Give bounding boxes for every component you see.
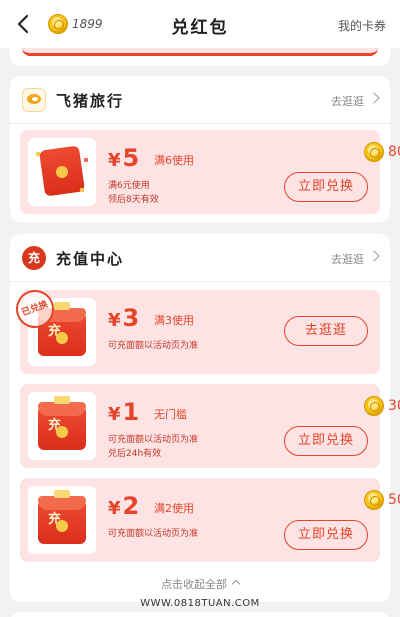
previous-offer-edge	[22, 48, 378, 56]
offer-card: 充 ¥2 满2使用 可充面额以活动页为准 500 立即兑换	[20, 478, 400, 562]
coin-icon	[364, 490, 384, 510]
offer-card: 充 ¥3 满3使用 可充面额以活动页为准 去逛逛	[20, 290, 380, 374]
envelope-seal	[56, 166, 68, 178]
red-envelope-icon: 充	[28, 392, 96, 460]
confetti	[84, 158, 88, 162]
coin-icon	[364, 396, 384, 416]
envelope-seal	[56, 520, 68, 532]
envelope-seal	[56, 426, 68, 438]
redeem-button[interactable]: 立即兑换	[284, 520, 368, 550]
section-header: 充 充值中心 去逛逛	[10, 234, 390, 282]
chevron-up-icon	[231, 579, 241, 589]
cost-value: 500	[388, 492, 400, 508]
offer-price: ¥1	[108, 398, 140, 426]
go-shopping-button[interactable]: 去逛逛	[284, 316, 368, 346]
section-title: 充值中心	[56, 250, 125, 268]
offer-condition: 无门槛	[154, 408, 187, 421]
offer-note: 可充面额以活动页为准	[108, 435, 199, 445]
offer-price: ¥2	[108, 492, 140, 520]
cost-value: 800	[388, 144, 400, 160]
coin-icon	[364, 142, 384, 162]
offer-price: ¥3	[108, 304, 140, 332]
cost-value: 300	[388, 398, 400, 414]
confetti	[80, 188, 84, 192]
my-coupons-link[interactable]: 我的卡券	[338, 17, 386, 34]
top-bar: 1899 兑红包 我的卡券	[0, 0, 400, 48]
redeem-button[interactable]: 立即兑换	[284, 426, 368, 456]
offer-condition: 满2使用	[154, 502, 194, 515]
watermark: WWW.0818TUAN.COM	[140, 598, 260, 609]
offer-note: 可充面额以活动页为准	[108, 341, 199, 351]
previous-card-bottom	[10, 48, 390, 66]
envelope-tag	[54, 302, 70, 310]
envelope-flap	[38, 402, 86, 416]
section-header: 飞猪旅行 去逛逛	[10, 76, 390, 124]
redeem-button[interactable]: 立即兑换	[284, 172, 368, 202]
recharge-logo-icon: 充	[22, 246, 46, 270]
offer-card: ¥5 满6使用 满6元使用 领后8天有效 800 立即兑换	[20, 130, 400, 214]
envelope-seal	[56, 332, 68, 344]
offer-condition: 满3使用	[154, 314, 194, 327]
section-more-link[interactable]: 去逛逛	[331, 93, 364, 109]
offer-condition: 满6使用	[154, 154, 194, 167]
offer-validity: 领后8天有效	[108, 195, 159, 205]
chevron-right-icon[interactable]	[368, 92, 380, 104]
offer-price: ¥5	[108, 144, 140, 172]
offer-validity: 兑后24h有效	[108, 449, 162, 459]
offer-note: 可充面额以活动页为准	[108, 529, 199, 539]
envelope-flap	[38, 496, 86, 510]
chevron-right-icon[interactable]	[368, 250, 380, 262]
red-envelope-icon	[28, 138, 96, 206]
red-envelope-icon: 充	[28, 486, 96, 554]
envelope-tag	[54, 490, 70, 498]
collapse-all-toggle[interactable]: 点击收起全部	[10, 576, 390, 592]
collapse-label: 点击收起全部	[161, 578, 227, 591]
section-recharge: 充 充值中心 去逛逛 充 ¥3 满3使用 可充面额以活动页为准 去逛逛 已兑换 …	[10, 234, 400, 602]
next-card-top	[10, 612, 390, 617]
envelope-tag	[54, 396, 70, 404]
fliggy-logo-icon	[22, 88, 46, 112]
section-more-link[interactable]: 去逛逛	[331, 251, 364, 267]
section-fliggy: 飞猪旅行 去逛逛 ¥5 满6使用 满6元使用 领后8天有效 800 立即兑换	[10, 76, 400, 222]
offer-card: 充 ¥1 无门槛 可充面额以活动页为准 兑后24h有效 300 立即兑换	[20, 384, 400, 468]
offer-note: 满6元使用	[108, 181, 150, 191]
confetti	[36, 152, 40, 156]
section-title: 飞猪旅行	[56, 92, 125, 110]
